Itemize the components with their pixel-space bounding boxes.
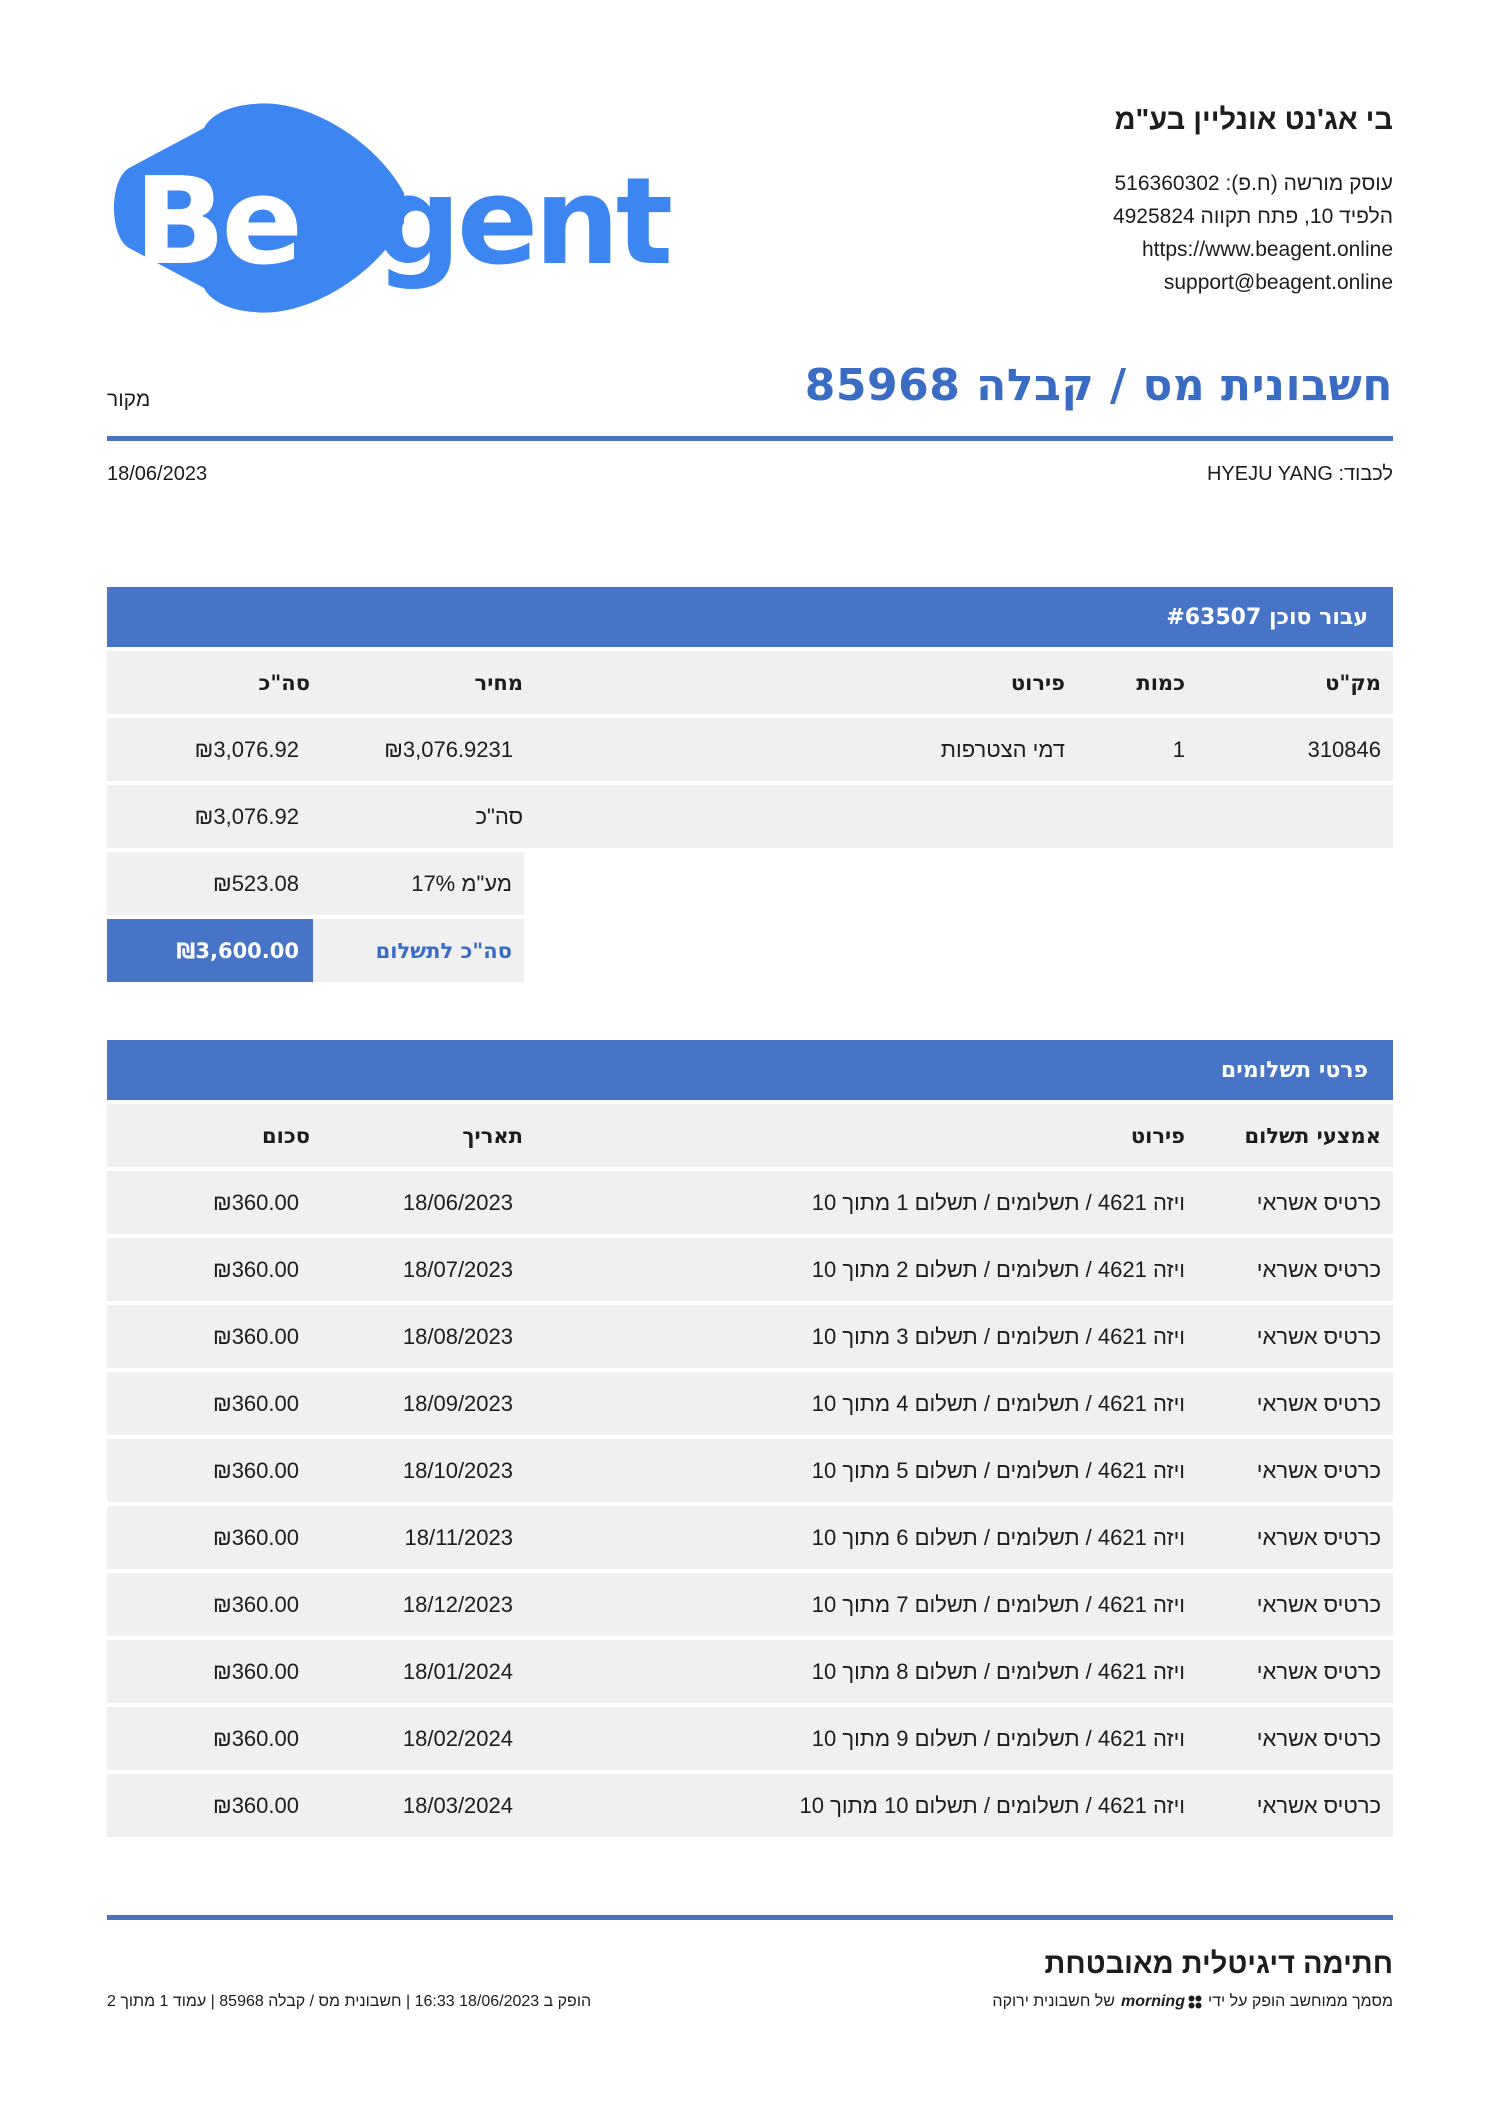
morning-logo-icon	[1188, 1995, 1202, 2009]
header-date: תאריך	[462, 1123, 523, 1148]
payment-method: כרטיס אשראי	[1256, 1256, 1381, 1282]
table-row: כרטיס אשראי ויזה 4621 / תשלומים / תשלום 3…	[107, 1305, 1393, 1368]
invoice-page: בי אג'נט אונליין בע"מ עוסק מורשה (ח.פ): …	[0, 0, 1488, 2104]
table-row: כרטיס אשראי ויזה 4621 / תשלומים / תשלום 5…	[107, 1439, 1393, 1502]
payment-method: כרטיס אשראי	[1256, 1792, 1381, 1818]
payment-method: כרטיס אשראי	[1256, 1323, 1381, 1349]
beagent-logo: Be agent	[114, 103, 675, 313]
company-website[interactable]: https://www.beagent.online	[1113, 233, 1393, 266]
item-sku: 310846	[1307, 736, 1381, 762]
header-sku: מק"ט	[1325, 670, 1381, 695]
payment-amount: ₪360.00	[213, 1792, 299, 1818]
vat-label: מע"מ 17%	[411, 870, 512, 896]
recipient: לכבוד: HYEJU YANG	[1206, 463, 1393, 485]
items-section-title: עבור סוכן #63507	[107, 587, 1393, 647]
document-title: חשבונית מס / קבלה 85968	[804, 360, 1393, 411]
morning-brand: morning	[1121, 1993, 1202, 2011]
header-payment-description: פירוט	[1130, 1123, 1185, 1148]
table-row: כרטיס אשראי ויזה 4621 / תשלומים / תשלום 6…	[107, 1506, 1393, 1569]
table-row: כרטיס אשראי ויזה 4621 / תשלומים / תשלום 9…	[107, 1707, 1393, 1770]
table-row: כרטיס אשראי ויזה 4621 / תשלומים / תשלום 2…	[107, 1238, 1393, 1301]
table-row: כרטיס אשראי ויזה 4621 / תשלומים / תשלום 8…	[107, 1640, 1393, 1703]
morning-brand-text: morning	[1120, 1993, 1185, 2010]
payment-description: ויזה 4621 / תשלומים / תשלום 2 מתוך 10	[811, 1256, 1185, 1282]
table-row: 310846 1 דמי הצטרפות ₪3,076.9231 ₪3,076.…	[107, 718, 1393, 781]
company-email[interactable]: support@beagent.online	[1113, 266, 1393, 299]
item-qty: 1	[1172, 736, 1185, 762]
payments-section-title: פרטי תשלומים	[107, 1040, 1393, 1100]
header-price: מחיר	[474, 670, 523, 695]
company-name: בי אג'נט אונליין בע"מ	[1114, 104, 1393, 136]
grand-total-value: ₪3,600.00	[107, 919, 313, 982]
footer-divider	[107, 1915, 1393, 1920]
payment-description: ויזה 4621 / תשלומים / תשלום 4 מתוך 10	[811, 1390, 1185, 1416]
signature-suffix: של חשבונית ירוקה	[992, 1993, 1115, 2010]
payment-method: כרטיס אשראי	[1256, 1390, 1381, 1416]
subtotal-row: סה"כ ₪3,076.92	[107, 785, 1393, 848]
subtotal-label: סה"כ	[475, 803, 523, 829]
payment-description: ויזה 4621 / תשלומים / תשלום 3 מתוך 10	[811, 1323, 1185, 1349]
payment-method: כרטיס אשראי	[1256, 1457, 1381, 1483]
document-kind: מקור	[107, 388, 151, 411]
payment-description: ויזה 4621 / תשלומים / תשלום 8 מתוך 10	[811, 1658, 1185, 1684]
table-row: כרטיס אשראי ויזה 4621 / תשלומים / תשלום 1…	[107, 1774, 1393, 1837]
items-section: עבור סוכן #63507 מק"ט כמות פירוט מחיר סה…	[107, 587, 1393, 982]
item-description: דמי הצטרפות	[940, 736, 1065, 762]
header-method: אמצעי תשלום	[1244, 1123, 1381, 1148]
payment-method: כרטיס אשראי	[1256, 1189, 1381, 1215]
items-header-row: מק"ט כמות פירוט מחיר סה"כ	[107, 651, 1393, 714]
document-date: 18/06/2023	[107, 463, 208, 485]
payment-amount: ₪360.00	[213, 1524, 299, 1550]
svg-text:Be: Be	[134, 153, 299, 292]
vat-row: מע"מ 17% ₪523.08	[107, 852, 524, 915]
vat-value: ₪523.08	[213, 870, 299, 896]
header-qty: כמות	[1136, 670, 1185, 695]
signature-prefix: מסמך ממוחשב הופק על ידי	[1207, 1993, 1393, 2010]
item-total: ₪3,076.92	[194, 736, 299, 762]
payment-description: ויזה 4621 / תשלומים / תשלום 7 מתוך 10	[811, 1591, 1185, 1617]
payment-method: כרטיס אשראי	[1256, 1591, 1381, 1617]
payment-amount: ₪360.00	[213, 1725, 299, 1751]
payment-amount: ₪360.00	[213, 1457, 299, 1483]
header-divider	[107, 436, 1393, 441]
payment-amount: ₪360.00	[213, 1189, 299, 1215]
header-description: פירוט	[1010, 670, 1065, 695]
signature-title: חתימה דיגיטלית מאובטחת	[1044, 1948, 1394, 1980]
payment-description: ויזה 4621 / תשלומים / תשלום 5 מתוך 10	[811, 1457, 1185, 1483]
payment-method: כרטיס אשראי	[1256, 1725, 1381, 1751]
payment-method: כרטיס אשראי	[1256, 1524, 1381, 1550]
payments-section: פרטי תשלומים אמצעי תשלום פירוט תאריך סכו…	[107, 1040, 1393, 1837]
grand-total-label: סה"כ לתשלום	[375, 938, 512, 963]
payment-amount: ₪360.00	[213, 1658, 299, 1684]
payment-amount: ₪360.00	[213, 1390, 299, 1416]
table-row: כרטיס אשראי ויזה 4621 / תשלומים / תשלום 1…	[107, 1171, 1393, 1234]
footer-meta: הופק ב 18/06/2023 16:33 | חשבונית מס / ק…	[107, 1993, 592, 2010]
company-address: הלפיד 10, פתח תקווה 4925824	[1112, 205, 1393, 228]
grand-total-row: ₪3,600.00 סה"כ לתשלום	[107, 919, 524, 982]
header-total: סה"כ	[258, 670, 310, 695]
table-row: כרטיס אשראי ויזה 4621 / תשלומים / תשלום 4…	[107, 1372, 1393, 1435]
header-amount: סכום	[262, 1123, 310, 1148]
payment-amount: ₪360.00	[213, 1256, 299, 1282]
subtotal-value: ₪3,076.92	[194, 803, 299, 829]
payment-description: ויזה 4621 / תשלומים / תשלום 9 מתוך 10	[811, 1725, 1185, 1751]
signature-subtitle: מסמך ממוחשב הופק על ידי morning של חשבונ…	[992, 1993, 1393, 2011]
payment-description: ויזה 4621 / תשלומים / תשלום 10 מתוך 10	[799, 1792, 1186, 1818]
table-row: כרטיס אשראי ויזה 4621 / תשלומים / תשלום 7…	[107, 1573, 1393, 1636]
payment-amount: ₪360.00	[213, 1591, 299, 1617]
svg-text:agent: agent	[298, 153, 671, 292]
payment-amount: ₪360.00	[213, 1323, 299, 1349]
payment-description: ויזה 4621 / תשלומים / תשלום 1 מתוך 10	[811, 1189, 1185, 1215]
payment-method: כרטיס אשראי	[1256, 1658, 1381, 1684]
payments-header-row: אמצעי תשלום פירוט תאריך סכום	[107, 1104, 1393, 1167]
payment-description: ויזה 4621 / תשלומים / תשלום 6 מתוך 10	[811, 1524, 1185, 1550]
company-tax-id: עוסק מורשה (ח.פ): 516360302	[1114, 172, 1394, 195]
company-details: בי אג'נט אונליין בע"מ עוסק מורשה (ח.פ): …	[1113, 104, 1393, 299]
